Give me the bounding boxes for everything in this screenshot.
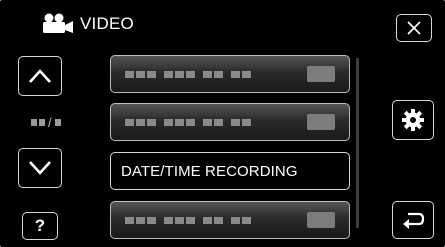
menu-item-date-time-recording[interactable]: DATE/TIME RECORDING <box>110 152 350 190</box>
setting-value-block <box>307 114 335 130</box>
page-current-block <box>31 119 37 126</box>
menu-item-4[interactable] <box>110 201 350 239</box>
settings-button[interactable] <box>392 100 434 140</box>
greyed-label <box>125 71 253 78</box>
help-button[interactable]: ? <box>22 212 58 240</box>
camcorder-screen: VIDEO / ? DATE/TIME RECORDING <box>0 0 445 247</box>
menu-item-2[interactable] <box>110 103 350 141</box>
scrollbar[interactable] <box>356 58 359 228</box>
menu-item-1[interactable] <box>110 55 350 93</box>
video-camera-icon <box>43 13 73 33</box>
page-current-block <box>39 119 45 126</box>
menu-item-label: DATE/TIME RECORDING <box>121 163 298 180</box>
chevron-up-icon <box>29 69 51 83</box>
greyed-label <box>125 119 253 126</box>
back-button[interactable] <box>392 201 434 239</box>
screen-title: VIDEO <box>80 14 134 33</box>
page-separator: / <box>48 115 52 130</box>
close-icon <box>407 21 421 35</box>
page-total-block <box>54 119 61 126</box>
greyed-label <box>125 217 253 224</box>
scroll-down-button[interactable] <box>18 148 62 188</box>
return-icon <box>403 212 425 229</box>
help-label: ? <box>34 216 46 235</box>
setting-value-block <box>307 212 335 228</box>
page-indicator: / <box>30 115 62 130</box>
scroll-up-button[interactable] <box>18 56 62 96</box>
setting-value-block <box>307 66 335 82</box>
gear-icon <box>402 109 424 131</box>
chevron-down-icon <box>29 161 51 175</box>
close-button[interactable] <box>396 14 432 42</box>
